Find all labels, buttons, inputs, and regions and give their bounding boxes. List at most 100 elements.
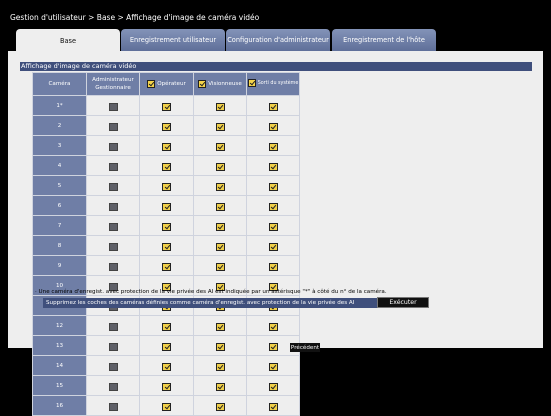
camera-number: 1* (32, 95, 87, 116)
operator-checkbox[interactable] (162, 162, 171, 171)
table-cell (86, 395, 140, 416)
operator-checkbox[interactable] (162, 122, 171, 131)
operator-checkbox[interactable] (162, 362, 171, 371)
table-cell (86, 135, 140, 156)
operator-checkbox[interactable] (162, 262, 171, 271)
admin-checkbox (108, 122, 118, 131)
viewer-checkbox[interactable] (215, 402, 225, 411)
operator-checkbox[interactable] (162, 182, 171, 191)
system-out-checkbox[interactable] (268, 362, 278, 371)
system-out-checkbox[interactable] (268, 122, 278, 131)
table-row: 15 (32, 375, 300, 396)
table-cell (139, 195, 194, 216)
viewer-checkbox[interactable] (215, 242, 225, 251)
section-title: Affichage d'image de caméra vidéo (20, 62, 532, 71)
camera-number: 7 (32, 215, 87, 236)
header-admin: Administrateur Gestionnaire (86, 72, 140, 96)
table-row: 9 (32, 255, 300, 276)
table-cell (246, 355, 300, 376)
header-admin-line2: Gestionnaire (95, 85, 131, 91)
viewer-checkbox[interactable] (215, 342, 225, 351)
table-cell (139, 235, 194, 256)
header-admin-line1: Administrateur (92, 77, 134, 83)
admin-checkbox (108, 322, 118, 331)
system-out-select-all-checkbox[interactable] (247, 78, 256, 87)
table-cell (86, 195, 140, 216)
system-out-checkbox[interactable] (268, 182, 278, 191)
operator-checkbox[interactable] (162, 382, 171, 391)
table-cell (193, 155, 247, 176)
system-out-checkbox[interactable] (268, 142, 278, 151)
system-out-checkbox[interactable] (268, 102, 278, 111)
viewer-checkbox[interactable] (215, 142, 225, 151)
system-out-checkbox[interactable] (268, 222, 278, 231)
viewer-select-all-checkbox[interactable] (198, 79, 207, 88)
table-cell (193, 395, 247, 416)
table-cell (86, 175, 140, 196)
table-cell (193, 175, 247, 196)
viewer-checkbox[interactable] (215, 262, 225, 271)
viewer-checkbox[interactable] (215, 202, 225, 211)
table-cell (246, 95, 300, 116)
table-cell (139, 375, 194, 396)
viewer-checkbox[interactable] (215, 222, 225, 231)
table-cell (139, 315, 194, 336)
system-out-checkbox[interactable] (268, 162, 278, 171)
viewer-checkbox[interactable] (215, 362, 225, 371)
header-camera: Caméra (32, 72, 87, 96)
tab-base[interactable]: Base (16, 29, 120, 52)
table-row: 12 (32, 315, 300, 336)
tab-admin-configuration[interactable]: Configuration d'administrateur (226, 29, 330, 51)
table-row: 6 (32, 195, 300, 216)
camera-permission-table: Caméra Administrateur Gestionnaire Opéra… (32, 72, 300, 416)
table-row: 4 (32, 155, 300, 176)
camera-number: 15 (32, 375, 87, 396)
viewer-checkbox[interactable] (215, 182, 225, 191)
table-cell (246, 155, 300, 176)
system-out-checkbox[interactable] (268, 402, 278, 411)
tab-host-registration[interactable]: Enregistrement de l'hôte (332, 29, 436, 51)
table-cell (139, 255, 194, 276)
camera-number: 4 (32, 155, 87, 176)
table-cell (193, 235, 247, 256)
operator-checkbox[interactable] (162, 142, 171, 151)
table-row: 16 (32, 395, 300, 416)
operator-checkbox[interactable] (162, 342, 171, 351)
camera-number: 9 (32, 255, 87, 276)
table-cell (139, 215, 194, 236)
viewer-checkbox[interactable] (215, 102, 225, 111)
system-out-checkbox[interactable] (268, 262, 278, 271)
operator-checkbox[interactable] (162, 402, 171, 411)
header-operator: Opérateur (139, 72, 194, 96)
table-cell (193, 215, 247, 236)
admin-checkbox (108, 362, 118, 371)
table-cell (139, 95, 194, 116)
operator-checkbox[interactable] (162, 202, 171, 211)
operator-checkbox[interactable] (162, 242, 171, 251)
system-out-checkbox[interactable] (268, 382, 278, 391)
table-cell (193, 315, 247, 336)
operator-checkbox[interactable] (162, 322, 171, 331)
viewer-checkbox[interactable] (215, 122, 225, 131)
table-cell (86, 95, 140, 116)
viewer-checkbox[interactable] (215, 382, 225, 391)
tab-user-registration[interactable]: Enregistrement utilisateur (121, 29, 225, 51)
table-cell (86, 255, 140, 276)
table-cell (139, 175, 194, 196)
viewer-checkbox[interactable] (215, 322, 225, 331)
system-out-checkbox[interactable] (268, 242, 278, 251)
operator-checkbox[interactable] (162, 222, 171, 231)
system-out-checkbox[interactable] (268, 322, 278, 331)
execute-button[interactable]: Exécuter (377, 297, 429, 308)
operator-checkbox[interactable] (162, 102, 171, 111)
table-cell (86, 115, 140, 136)
system-out-checkbox[interactable] (268, 202, 278, 211)
table-cell (139, 155, 194, 176)
system-out-checkbox[interactable] (268, 342, 278, 351)
previous-button[interactable]: Précédent (290, 343, 320, 352)
privacy-note: · Une caméra d'enregist. avec protection… (35, 289, 387, 295)
operator-select-all-checkbox[interactable] (147, 79, 156, 88)
viewer-checkbox[interactable] (215, 162, 225, 171)
table-cell (246, 255, 300, 276)
admin-checkbox (108, 262, 118, 271)
